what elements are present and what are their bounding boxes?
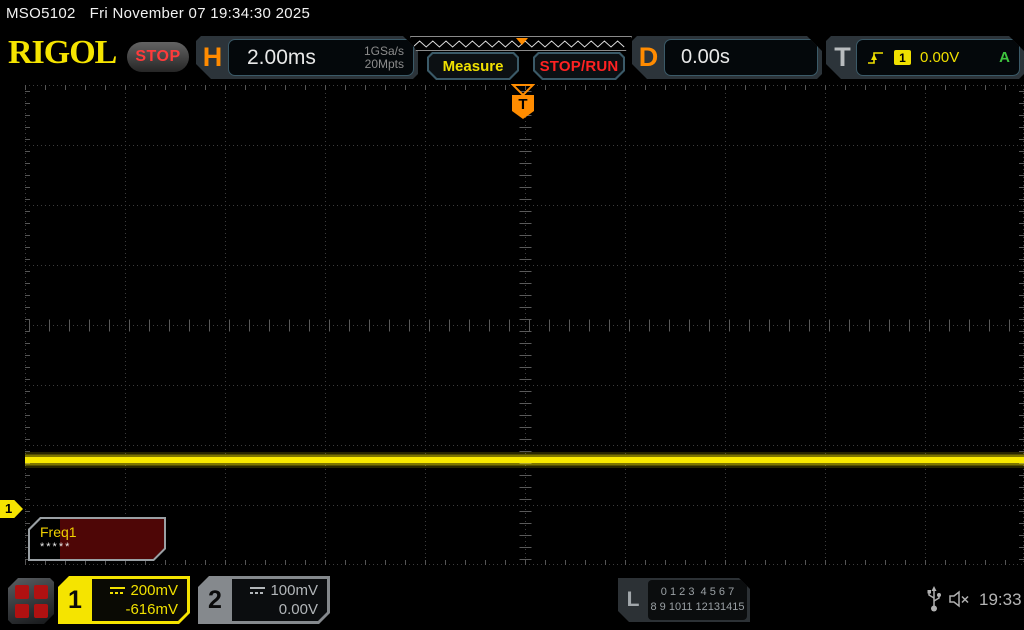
title-bar: MSO5102 Fri November 07 19:34:30 2025 (6, 5, 310, 22)
delay-label: D (638, 42, 659, 72)
stop-run-button[interactable]: STOP/RUN (533, 52, 625, 80)
channel2-scale: 100mV (270, 582, 318, 599)
channel2-badge[interactable]: 2 100mV 0.00V (198, 576, 330, 624)
measurement-value: ***** (40, 541, 72, 553)
model-name: MSO5102 (6, 5, 76, 22)
rigol-logo: RIGOL (8, 34, 117, 71)
trigger-level-value: 0.00V (920, 49, 960, 66)
logic-row2: 8 9 1011 12131415 (650, 601, 745, 613)
waveform-preview-strip[interactable] (410, 36, 632, 51)
trigger-label: T (834, 42, 851, 72)
horizontal-panel[interactable]: H 2.00ms 1GSa/s 20Mpts (196, 36, 418, 79)
svg-text:T: T (518, 96, 527, 113)
memory-depth: 20Mpts (364, 56, 404, 71)
channel1-number: 1 (68, 585, 82, 614)
logic-row1: 0 1 2 3 4 5 6 7 (660, 586, 735, 598)
acquisition-info: 1GSa/s 20Mpts (364, 45, 404, 71)
channel1-scale: 200mV (130, 582, 178, 599)
grid-lines (25, 85, 1024, 565)
oscilloscope-screen: MSO5102 Fri November 07 19:34:30 2025 RI… (0, 0, 1024, 630)
speaker-mute-icon (949, 590, 969, 608)
logic-label: L (626, 588, 640, 611)
horizontal-label: H (202, 42, 223, 72)
run-state-indicator: STOP (127, 42, 189, 72)
logic-channels-panel[interactable]: L 0 1 2 3 4 5 6 7 8 9 1011 12131415 (618, 578, 750, 622)
dc-coupling-icon (250, 586, 265, 595)
channel2-number: 2 (208, 585, 222, 614)
channel2-offset: 0.00V (278, 601, 318, 618)
measurement-item-freq1[interactable]: Freq1 ***** (28, 517, 166, 561)
usb-icon (927, 586, 941, 612)
delay-value: 0.00s (681, 46, 730, 68)
ch1-trace (25, 452, 1024, 468)
delay-panel[interactable]: D 0.00s (632, 36, 822, 79)
measurement-name: Freq1 (40, 524, 77, 540)
trigger-mode-auto: A (999, 49, 1010, 66)
measure-button[interactable]: Measure (427, 52, 519, 80)
trigger-panel[interactable]: T 1 0.00V A (826, 36, 1024, 79)
timebase-value: 2.00ms (247, 45, 316, 69)
dc-coupling-icon (110, 586, 125, 595)
clock-text: 19:33 (979, 590, 1022, 609)
graticule (25, 85, 1024, 565)
trigger-position-marker[interactable]: T (511, 84, 535, 122)
datetime-text: Fri November 07 19:34:30 2025 (89, 5, 311, 22)
grid-menu-icon (15, 585, 48, 618)
channel1-badge[interactable]: 1 200mV -616mV (58, 576, 190, 624)
trigger-source-badge: 1 (894, 50, 911, 65)
grid-menu-button[interactable] (8, 578, 54, 624)
channel1-offset: -616mV (125, 601, 178, 618)
rising-edge-icon (866, 50, 885, 66)
trigger-triangle-icon (511, 84, 535, 97)
sample-rate: 1GSa/s (363, 43, 404, 58)
preview-waveform-icon (411, 37, 631, 50)
